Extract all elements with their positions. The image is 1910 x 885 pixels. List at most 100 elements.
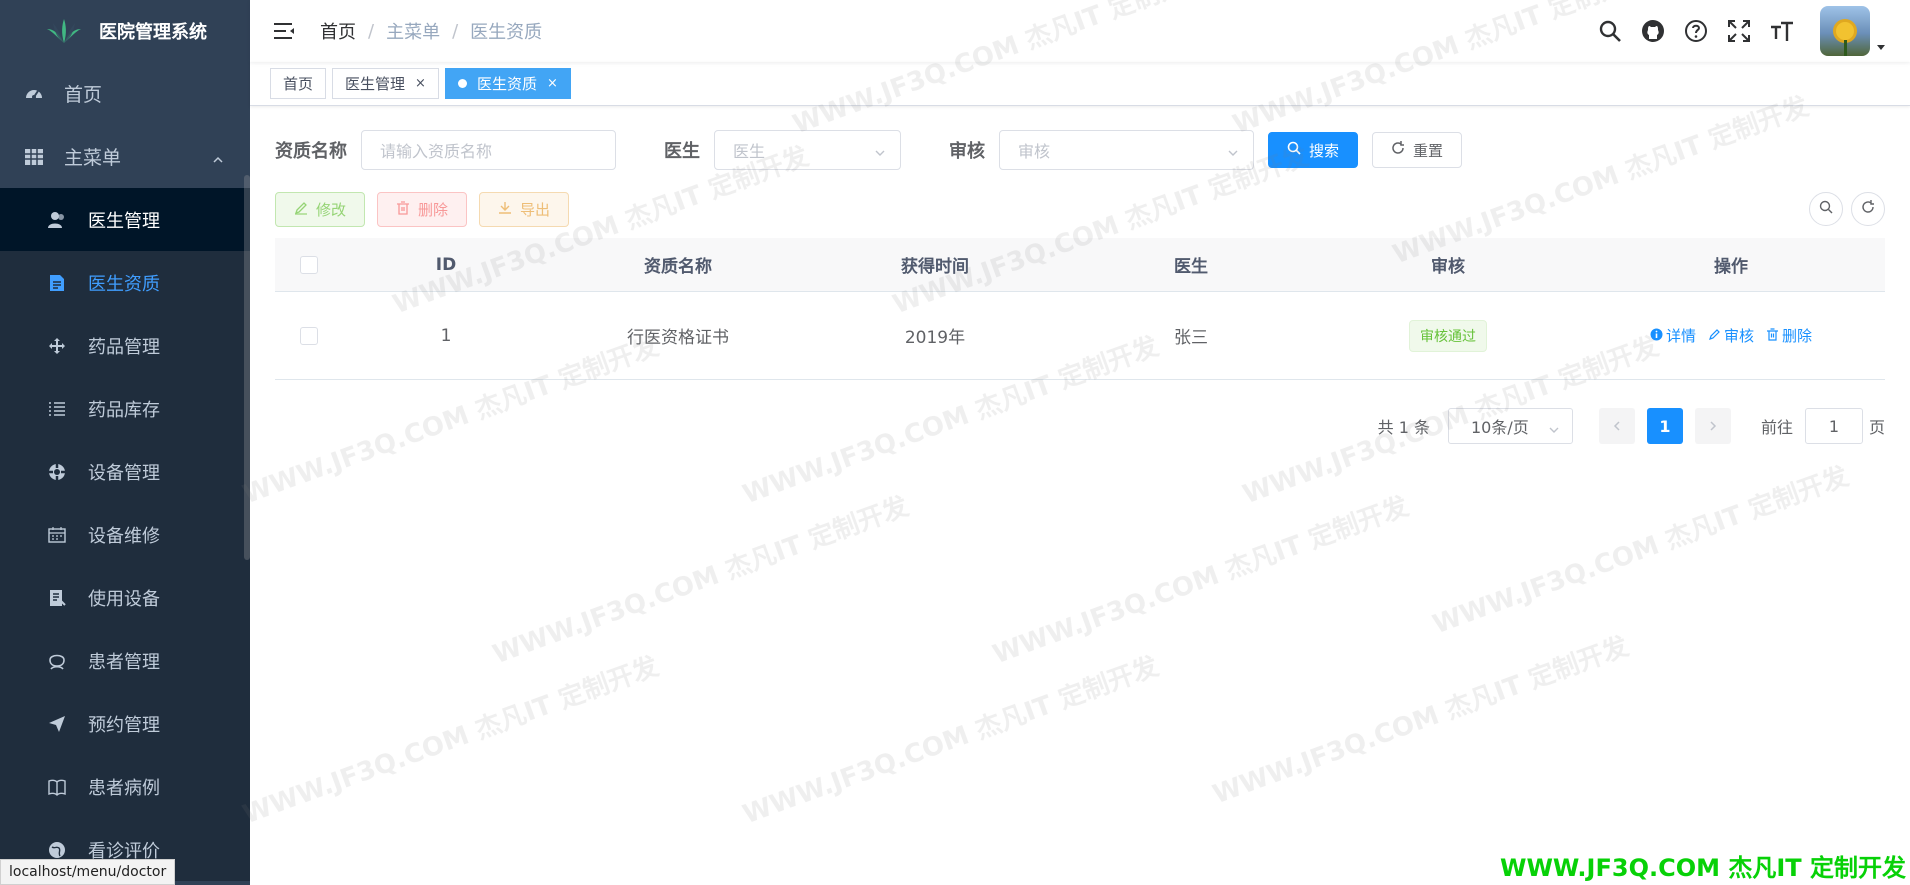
next-page-button[interactable]	[1694, 408, 1731, 444]
toggle-search-button[interactable]	[1809, 192, 1843, 226]
header-time[interactable]: 获得时间	[807, 252, 1063, 277]
tag-label: 医生管理	[345, 75, 406, 93]
tag-label: 首页	[283, 75, 314, 93]
breadcrumb-parent: 主菜单	[386, 22, 441, 43]
chevron-up-icon	[212, 149, 224, 163]
export-button[interactable]: 导出	[479, 192, 570, 227]
table-icon	[24, 147, 44, 167]
sidebar-item-label: 患者病例	[88, 777, 160, 799]
audit-link-label: 审核	[1723, 327, 1754, 345]
github-icon[interactable]	[1640, 18, 1666, 44]
cell-time: 2019年	[904, 328, 966, 348]
detail-link[interactable]: 详情	[1650, 325, 1696, 346]
sidebar-item-drug-manage[interactable]: 药品管理	[0, 314, 250, 377]
sidebar-item-label: 药品管理	[88, 336, 160, 358]
header-name[interactable]: 资质名称	[549, 252, 807, 277]
dashboard-icon	[24, 84, 44, 104]
delete-link[interactable]: 删除	[1766, 325, 1812, 346]
header-doctor[interactable]: 医生	[1063, 252, 1319, 277]
goto-page-input[interactable]: 1	[1804, 408, 1863, 444]
question-icon[interactable]	[1683, 18, 1709, 44]
cell-name: 行医资格证书	[627, 328, 729, 348]
audit-link[interactable]: 审核	[1708, 325, 1754, 346]
font-size-icon[interactable]	[1769, 18, 1795, 44]
reset-button[interactable]: 重置	[1372, 132, 1463, 168]
table-header: ID 资质名称 获得时间 医生 审核 操作	[275, 238, 1885, 292]
edit-icon	[1708, 327, 1721, 345]
search-icon	[1819, 199, 1833, 219]
sidebar-item-label: 使用设备	[88, 588, 160, 610]
sidebar-item-patient-case[interactable]: 患者病例	[0, 755, 250, 818]
qualification-name-placeholder: 请输入资质名称	[380, 142, 493, 161]
sidebar-item-label: 药品库存	[88, 399, 160, 421]
tag-doctor-manage[interactable]: 医生管理 ×	[332, 68, 439, 99]
page-number-1[interactable]: 1	[1646, 408, 1683, 444]
sidebar-item-device-repair[interactable]: 设备维修	[0, 503, 250, 566]
breadcrumb-home[interactable]: 首页	[320, 18, 356, 44]
drag-icon	[48, 337, 66, 355]
app-title: 医院管理系统	[99, 22, 207, 43]
qualification-name-input[interactable]: 请输入资质名称	[361, 130, 616, 170]
page-size-select[interactable]: 10条/页	[1447, 408, 1573, 444]
caret-down-icon[interactable]	[1876, 37, 1886, 50]
sidebar-item-patient-manage[interactable]: 患者管理	[0, 629, 250, 692]
sidebar-item-doctor-qualification[interactable]: 医生资质	[0, 251, 250, 314]
sidebar-item-appointment[interactable]: 预约管理	[0, 692, 250, 755]
sidebar-item-home[interactable]: 首页	[0, 62, 250, 125]
delete-link-label: 删除	[1782, 327, 1813, 345]
delete-button[interactable]: 删除	[377, 192, 468, 227]
peoples-icon	[48, 211, 66, 229]
header-audit[interactable]: 审核	[1319, 252, 1577, 277]
sidebar-item-label: 首页	[64, 84, 103, 106]
status-bar-url: localhost/menu/doctor	[0, 859, 176, 885]
doctor-select[interactable]: 医生	[714, 130, 901, 170]
audit-select[interactable]: 审核	[999, 130, 1254, 170]
pagination: 共 1 条 10条/页 1 前往 1 页	[1378, 408, 1885, 444]
sidebar-item-drug-stock[interactable]: 药品库存	[0, 377, 250, 440]
sidebar-scrollbar[interactable]	[244, 175, 250, 560]
sidebar-item-main-menu[interactable]: 主菜单	[0, 125, 250, 188]
fullscreen-icon[interactable]	[1726, 18, 1752, 44]
tag-doctor-qualification[interactable]: 医生资质 ×	[444, 68, 571, 99]
select-all-checkbox[interactable]	[300, 255, 318, 274]
close-icon[interactable]: ×	[415, 76, 426, 91]
cell-doctor: 张三	[1174, 328, 1208, 348]
close-icon[interactable]: ×	[547, 76, 558, 91]
page-size-value: 10条/页	[1470, 418, 1529, 437]
header-operation: 操作	[1714, 257, 1748, 277]
sidebar-item-label: 设备维修	[88, 525, 160, 547]
chevron-down-icon	[1227, 144, 1239, 156]
refresh-button[interactable]	[1851, 192, 1885, 226]
search-icon[interactable]	[1597, 18, 1623, 44]
sidebar-item-use-device[interactable]: 使用设备	[0, 566, 250, 629]
watermark-text: WWW.JF3Q.COM 杰凡IT 定制开发	[738, 651, 1163, 831]
search-button-label: 搜索	[1309, 141, 1340, 160]
guide-icon	[48, 715, 66, 733]
row-select-cell	[275, 326, 343, 345]
edit-button[interactable]: 修改	[275, 192, 366, 227]
tag-home[interactable]: 首页	[270, 68, 327, 99]
qualification-table: ID 资质名称 获得时间 医生 审核 操作 1 行医资格证书 2019年 张三 …	[275, 238, 1885, 380]
hamburger-icon[interactable]	[272, 19, 296, 43]
watermark-footer: WWW.JF3Q.COM 杰凡IT 定制开发	[1499, 854, 1906, 882]
sidebar-item-doctor-manage[interactable]: 医生管理	[0, 188, 250, 251]
row-checkbox[interactable]	[300, 326, 318, 345]
component-icon	[48, 463, 66, 481]
date-range-icon	[48, 526, 66, 544]
pagination-total: 共 1 条	[1377, 418, 1430, 437]
people-icon	[48, 652, 66, 670]
brand[interactable]: 医院管理系统	[0, 0, 250, 62]
sidebar-item-device-manage[interactable]: 设备管理	[0, 440, 250, 503]
avatar[interactable]	[1820, 6, 1870, 56]
header-id[interactable]: ID	[343, 255, 549, 275]
list-icon	[48, 400, 66, 418]
header-tools	[1597, 0, 1910, 62]
header-select-all-cell	[275, 255, 343, 274]
sidebar-item-label: 患者管理	[88, 651, 160, 673]
action-toolbar: 修改 删除 导出	[275, 192, 570, 227]
search-form: 资质名称 请输入资质名称 医生 医生 审核 审核 搜索 重置	[275, 130, 1463, 170]
prev-page-button[interactable]	[1598, 408, 1635, 444]
table-row[interactable]: 1 行医资格证书 2019年 张三 审核通过 详情 审核 删除	[275, 292, 1885, 380]
qualification-name-label: 资质名称	[275, 141, 347, 162]
search-button[interactable]: 搜索	[1268, 132, 1359, 168]
